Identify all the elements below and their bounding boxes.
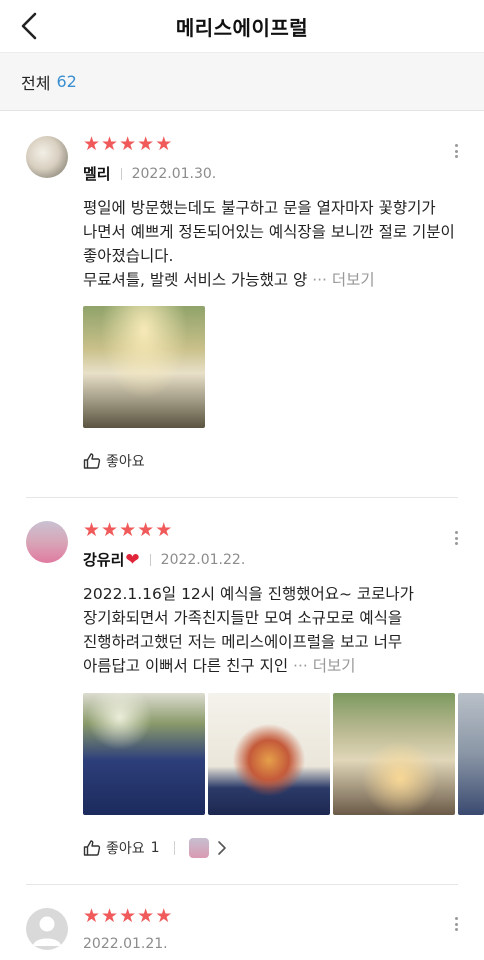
dot-icon bbox=[454, 155, 458, 158]
thumbs-up-icon bbox=[83, 453, 101, 469]
star-icon: ★ bbox=[119, 519, 137, 541]
divider bbox=[149, 553, 151, 566]
divider bbox=[173, 841, 175, 855]
star-rating: ★ ★ ★ ★ ★ bbox=[83, 135, 172, 154]
star-icon: ★ bbox=[119, 133, 137, 155]
star-icon: ★ bbox=[101, 905, 119, 927]
dot-icon bbox=[454, 928, 458, 931]
review-count-bar: 전체 62 bbox=[0, 52, 484, 111]
dot-icon bbox=[454, 144, 458, 147]
read-more-link[interactable]: ··· 더보기 bbox=[312, 271, 375, 289]
divider bbox=[120, 167, 122, 180]
review-photo[interactable] bbox=[333, 693, 455, 815]
app-screen: 메리스에이프럴 전체 62 ★ ★ ★ ★ ★ 멜리 2022.01.30. 평… bbox=[0, 0, 484, 960]
reviewer-name[interactable]: 강유리 bbox=[83, 549, 124, 570]
avatar[interactable] bbox=[26, 908, 68, 950]
dot-icon bbox=[454, 917, 458, 920]
review-body: 2022.1.16일 12시 예식을 진행했어요~ 코로나가 장기화되면서 가족… bbox=[83, 585, 414, 675]
default-user-icon bbox=[33, 916, 61, 946]
read-more-link[interactable]: ··· 더보기 bbox=[293, 657, 356, 675]
page-title: 메리스에이프럴 bbox=[175, 15, 309, 40]
review-text: 2022.1.16일 12시 예식을 진행했어요~ 코로나가 장기화되면서 가족… bbox=[83, 582, 463, 678]
top-app-bar: 메리스에이프럴 bbox=[0, 0, 484, 52]
star-icon: ★ bbox=[83, 905, 101, 927]
dot-icon bbox=[454, 149, 458, 153]
like-row: 좋아요 1 bbox=[83, 838, 227, 858]
star-icon: ★ bbox=[83, 519, 101, 541]
dot-icon bbox=[454, 542, 458, 545]
star-icon: ★ bbox=[137, 133, 155, 155]
avatar[interactable] bbox=[26, 521, 68, 563]
more-options-button[interactable] bbox=[450, 528, 462, 548]
review-photo[interactable] bbox=[83, 306, 205, 428]
dot-icon bbox=[454, 531, 458, 534]
more-options-button[interactable] bbox=[450, 141, 462, 161]
review-photo[interactable] bbox=[208, 693, 330, 815]
star-icon: ★ bbox=[101, 519, 119, 541]
star-icon: ★ bbox=[137, 519, 155, 541]
back-button[interactable] bbox=[14, 10, 44, 42]
star-icon: ★ bbox=[137, 905, 155, 927]
review-photo[interactable] bbox=[458, 693, 484, 815]
chevron-right-icon[interactable] bbox=[217, 840, 227, 856]
like-count: 1 bbox=[150, 840, 160, 856]
back-arrow-icon bbox=[21, 12, 37, 40]
review-body: 평일에 방문했는데도 불구하고 문을 열자마자 꽃향기가 나면서 예쁘게 정돈되… bbox=[83, 199, 455, 289]
liker-avatar[interactable] bbox=[188, 838, 209, 858]
avatar[interactable] bbox=[26, 136, 68, 178]
thumbs-up-icon[interactable] bbox=[83, 839, 101, 857]
star-icon: ★ bbox=[101, 133, 119, 155]
reviewer-line: 멜리 2022.01.30. bbox=[83, 163, 216, 184]
star-rating: ★ ★ ★ ★ ★ bbox=[83, 907, 172, 926]
review-divider bbox=[26, 497, 458, 498]
review-text: 평일에 방문했는데도 불구하고 문을 열자마자 꽃향기가 나면서 예쁘게 정돈되… bbox=[83, 196, 463, 292]
like-label[interactable]: 좋아요 bbox=[106, 838, 145, 858]
total-count: 62 bbox=[56, 72, 77, 91]
dot-icon bbox=[454, 922, 458, 926]
like-button[interactable]: 좋아요 bbox=[83, 451, 145, 471]
star-rating: ★ ★ ★ ★ ★ bbox=[83, 521, 172, 540]
reviewer-line: 강유리 ❤ 2022.01.22. bbox=[83, 549, 245, 570]
review-date: 2022.01.30. bbox=[131, 165, 217, 182]
star-icon: ★ bbox=[119, 905, 137, 927]
review-date: 2022.01.22. bbox=[160, 551, 246, 568]
review-divider bbox=[26, 884, 458, 885]
review-date: 2022.01.21. bbox=[83, 936, 168, 952]
total-label: 전체 bbox=[21, 73, 51, 93]
star-icon: ★ bbox=[83, 133, 101, 155]
star-icon: ★ bbox=[155, 905, 173, 927]
star-icon: ★ bbox=[155, 519, 173, 541]
heart-icon: ❤ bbox=[125, 549, 140, 570]
like-label: 좋아요 bbox=[106, 454, 145, 470]
dot-icon bbox=[454, 536, 458, 540]
review-photo[interactable] bbox=[83, 693, 205, 815]
reviewer-name[interactable]: 멜리 bbox=[83, 163, 111, 184]
star-icon: ★ bbox=[155, 133, 173, 155]
more-options-button[interactable] bbox=[450, 914, 462, 934]
